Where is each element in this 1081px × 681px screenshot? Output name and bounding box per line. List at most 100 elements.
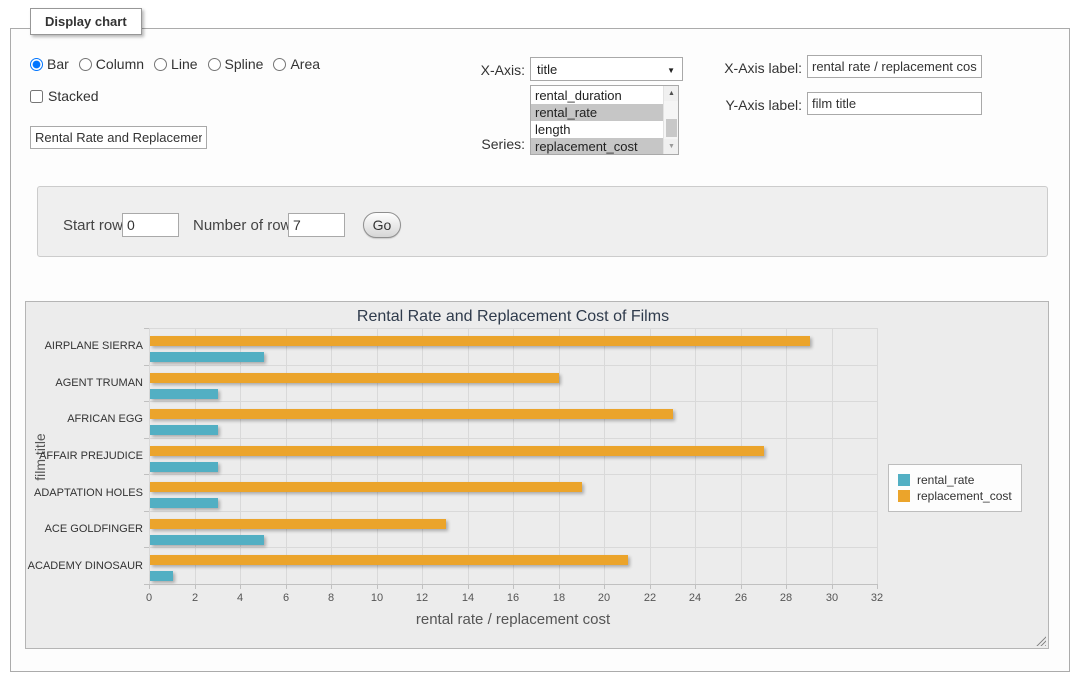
series-option-length[interactable]: length xyxy=(531,121,663,138)
num-rows-input[interactable] xyxy=(288,213,345,237)
bar-rental_rate[interactable] xyxy=(150,498,218,508)
chart-x-axis-line xyxy=(149,584,878,585)
go-button[interactable]: Go xyxy=(363,212,401,238)
bar-rental_rate[interactable] xyxy=(150,535,264,545)
legend-label: rental_rate xyxy=(917,473,974,487)
arrow-up-icon[interactable]: ▲ xyxy=(664,86,679,101)
chart-type-radio-spline[interactable] xyxy=(208,58,221,71)
x-tick-label: 28 xyxy=(769,592,803,604)
gridline xyxy=(286,328,287,584)
gridline xyxy=(149,438,877,439)
gridline xyxy=(832,328,833,584)
gridline xyxy=(422,328,423,584)
chart-title-input[interactable] xyxy=(30,126,207,149)
axis-tick xyxy=(144,365,149,366)
axis-tick xyxy=(144,511,149,512)
x-tick-label: 2 xyxy=(178,592,212,604)
x-tick-label: 24 xyxy=(678,592,712,604)
chart-type-radio-column[interactable] xyxy=(79,58,92,71)
gridline xyxy=(559,328,560,584)
gridline xyxy=(331,328,332,584)
bar-rental_rate[interactable] xyxy=(150,571,173,581)
app-root: Display chart Bar Column Line Spline Area St… xyxy=(0,0,1081,681)
y-axis-label-input[interactable] xyxy=(807,92,982,115)
resize-grip-icon[interactable] xyxy=(1035,635,1046,646)
chart-type-option-spline[interactable]: Spline xyxy=(208,56,264,72)
chart-type-option-area[interactable]: Area xyxy=(273,56,320,72)
series-option-rental_rate[interactable]: rental_rate xyxy=(531,104,663,121)
legend-item-replacement_cost[interactable]: replacement_cost xyxy=(898,489,1012,503)
x-axis-select[interactable]: title ▼ xyxy=(530,57,683,81)
legend-swatch-icon xyxy=(898,490,910,502)
gridline xyxy=(377,328,378,584)
arrow-down-icon[interactable]: ▼ xyxy=(664,139,679,154)
chart-type-label: Bar xyxy=(47,56,69,72)
axis-tick xyxy=(144,547,149,548)
bar-rental_rate[interactable] xyxy=(150,425,218,435)
bar-replacement_cost[interactable] xyxy=(150,409,673,419)
chart-type-radio-area[interactable] xyxy=(273,58,286,71)
stacked-checkbox[interactable] xyxy=(30,90,43,103)
chart-type-option-column[interactable]: Column xyxy=(79,56,144,72)
category-label: ACADEMY DINOSAUR xyxy=(26,560,143,572)
bar-replacement_cost[interactable] xyxy=(150,482,582,492)
start-row-label: Start row: xyxy=(63,217,127,234)
x-tick-label: 14 xyxy=(451,592,485,604)
stacked-option[interactable]: Stacked xyxy=(30,88,99,104)
axis-tick xyxy=(144,328,149,329)
category-label: AGENT TRUMAN xyxy=(26,377,143,389)
bar-replacement_cost[interactable] xyxy=(150,555,628,565)
bar-replacement_cost[interactable] xyxy=(150,519,446,529)
chevron-down-icon: ▼ xyxy=(667,66,675,75)
series-listbox[interactable]: rental_durationrental_ratelengthreplacem… xyxy=(530,85,679,155)
x-tick-label: 26 xyxy=(724,592,758,604)
gridline xyxy=(513,328,514,584)
chart-type-label: Line xyxy=(171,56,197,72)
category-label: AFFAIR PREJUDICE xyxy=(26,450,143,462)
gridline xyxy=(149,328,877,329)
gridline xyxy=(877,328,878,584)
x-tick-label: 30 xyxy=(815,592,849,604)
bar-rental_rate[interactable] xyxy=(150,352,264,362)
start-row-input[interactable] xyxy=(122,213,179,237)
axis-tick xyxy=(144,401,149,402)
x-axis-select-label: X-Axis: xyxy=(430,62,525,78)
axis-tick xyxy=(144,474,149,475)
stacked-label: Stacked xyxy=(48,88,99,104)
gridline xyxy=(741,328,742,584)
x-tick-label: 18 xyxy=(542,592,576,604)
category-label: AFRICAN EGG xyxy=(26,413,143,425)
bar-replacement_cost[interactable] xyxy=(150,446,764,456)
chart-type-option-line[interactable]: Line xyxy=(154,56,197,72)
x-tick-label: 20 xyxy=(587,592,621,604)
chart-type-option-bar[interactable]: Bar xyxy=(30,56,69,72)
gridline xyxy=(195,328,196,584)
axis-tick xyxy=(144,438,149,439)
bar-replacement_cost[interactable] xyxy=(150,373,559,383)
bar-rental_rate[interactable] xyxy=(150,462,218,472)
chart-plot-area xyxy=(149,328,877,584)
chart-type-radio-bar[interactable] xyxy=(30,58,43,71)
x-tick-label: 4 xyxy=(223,592,257,604)
gridline xyxy=(149,328,150,584)
x-tick-label: 8 xyxy=(314,592,348,604)
gridline xyxy=(240,328,241,584)
gridline xyxy=(149,401,877,402)
chart-legend: rental_rate replacement_cost xyxy=(888,464,1022,512)
legend-item-rental_rate[interactable]: rental_rate xyxy=(898,473,1012,487)
num-rows-label: Number of rows: xyxy=(193,217,303,234)
gridline xyxy=(149,474,877,475)
scrollbar-thumb[interactable] xyxy=(666,119,677,137)
series-option-replacement_cost[interactable]: replacement_cost xyxy=(531,138,663,155)
x-axis-label-caption: X-Axis label: xyxy=(700,60,802,76)
chart-type-radio-line[interactable] xyxy=(154,58,167,71)
bar-replacement_cost[interactable] xyxy=(150,336,810,346)
gridline xyxy=(786,328,787,584)
listbox-scrollbar[interactable]: ▲ ▼ xyxy=(663,86,678,154)
chart-type-group: Bar Column Line Spline Area xyxy=(30,56,330,72)
bar-rental_rate[interactable] xyxy=(150,389,218,399)
series-option-rental_duration[interactable]: rental_duration xyxy=(531,87,663,104)
gridline xyxy=(149,365,877,366)
display-chart-legend: Display chart xyxy=(30,8,142,35)
x-axis-label-input[interactable] xyxy=(807,55,982,78)
